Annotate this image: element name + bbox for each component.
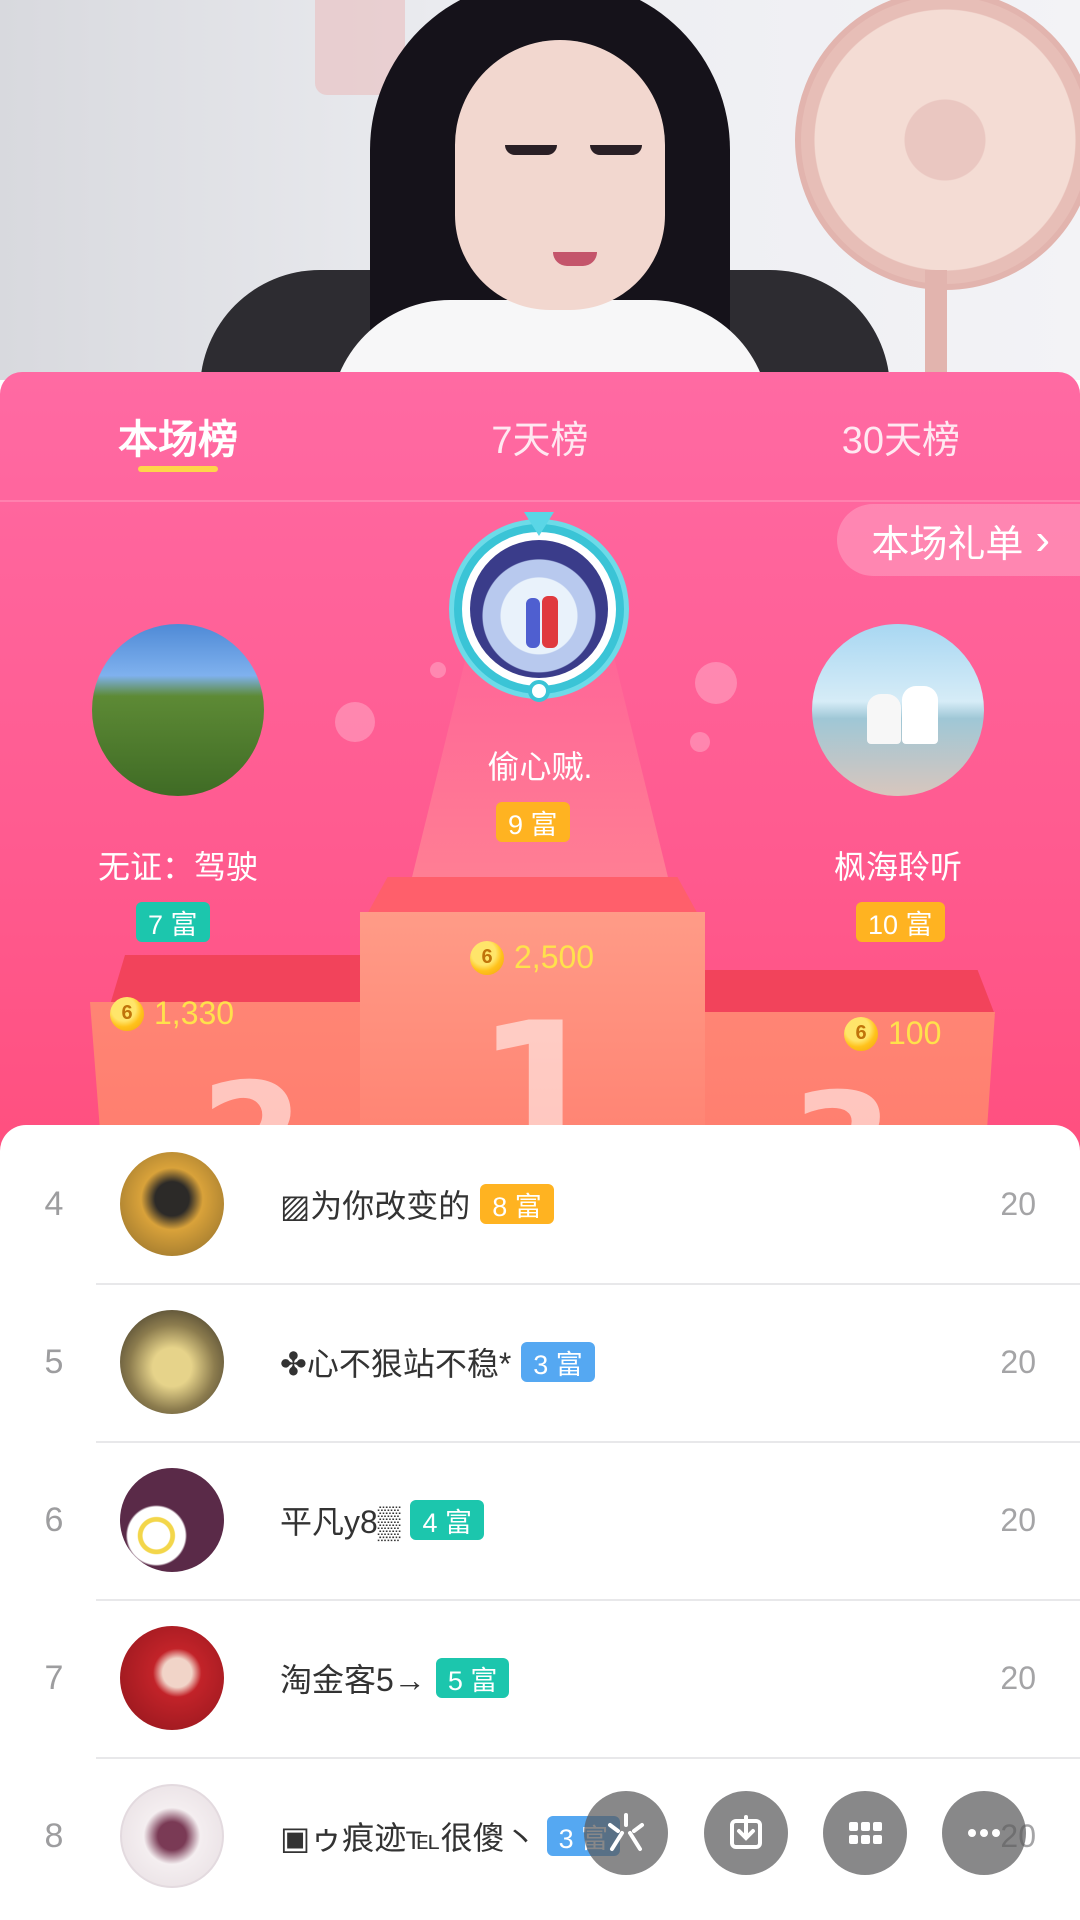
user-name: ▨为你改变的 bbox=[280, 1188, 471, 1224]
avatar-figure bbox=[902, 686, 938, 744]
contribution-value: 20 bbox=[1000, 1343, 1036, 1380]
gift-list-button[interactable]: 本场礼单 › bbox=[837, 504, 1080, 576]
streamer-eye bbox=[505, 145, 557, 155]
list-item[interactable]: 5 ✤心不狠站不稳* 3 富 20 bbox=[0, 1283, 1080, 1441]
user-name: ▣ゥ痕迹℡很傻丶 bbox=[280, 1820, 537, 1856]
contribution-value: 20 bbox=[1000, 1501, 1036, 1538]
user-avatar[interactable] bbox=[120, 1468, 224, 1572]
coin-icon: 6 bbox=[110, 996, 144, 1031]
streamer-face bbox=[455, 40, 665, 310]
download-icon-button[interactable] bbox=[704, 1791, 788, 1875]
first-place-coins: 6 2,500 bbox=[470, 939, 594, 976]
second-place-coins: 6 1,330 bbox=[110, 995, 234, 1032]
grid-icon bbox=[849, 1822, 882, 1844]
contribution-value: 20 bbox=[1000, 1659, 1036, 1696]
ranking-list: 4 ▨为你改变的 8 富 20 5 ✤心不狠站不稳* 3 富 20 6 平凡y8… bbox=[0, 1125, 1080, 1920]
contribution-value: 20 bbox=[1000, 1185, 1036, 1222]
tab-current-show[interactable]: 本场榜 bbox=[0, 372, 360, 500]
frame-dot bbox=[528, 680, 550, 702]
list-item[interactable]: 6 平凡y8▒ 4 富 20 bbox=[0, 1441, 1080, 1599]
rank-number: 6 bbox=[44, 1500, 64, 1539]
tabs-divider bbox=[0, 500, 1080, 502]
avatar-figure bbox=[867, 694, 901, 744]
avatar-figure bbox=[542, 596, 558, 648]
ranking-tabs: 本场榜 7天榜 30天榜 bbox=[0, 372, 1080, 500]
bubble-decoration bbox=[690, 732, 710, 752]
user-avatar[interactable] bbox=[120, 1784, 224, 1888]
third-place-avatar[interactable] bbox=[812, 624, 984, 796]
avatar-figure bbox=[526, 598, 540, 648]
bubble-decoration bbox=[430, 662, 446, 678]
streamer-eye bbox=[590, 145, 642, 155]
user-name: ✤心不狠站不稳* bbox=[280, 1346, 512, 1382]
user-name: 淘金客5→ bbox=[280, 1662, 426, 1698]
download-icon bbox=[730, 1815, 762, 1849]
gift-list-label: 本场礼单 bbox=[871, 523, 1024, 566]
wealth-badge: 8 富 bbox=[480, 1184, 554, 1224]
fan-lamp bbox=[795, 0, 1080, 290]
third-place-wealth-badge: 10 富 bbox=[856, 902, 945, 942]
more-icon bbox=[968, 1829, 1000, 1837]
user-avatar[interactable] bbox=[120, 1626, 224, 1730]
wealth-badge: 5 富 bbox=[435, 1658, 510, 1698]
tab-30-days[interactable]: 30天榜 bbox=[720, 372, 1080, 500]
fan-stand bbox=[925, 270, 947, 380]
second-place-wealth-badge: 7 富 bbox=[136, 902, 210, 942]
rank-number: 8 bbox=[44, 1816, 64, 1855]
user-name: 平凡y8▒ bbox=[280, 1504, 401, 1540]
wealth-badge: 4 富 bbox=[410, 1500, 485, 1540]
tab-7-days[interactable]: 7天榜 bbox=[360, 372, 720, 500]
list-item[interactable]: 4 ▨为你改变的 8 富 20 bbox=[0, 1125, 1080, 1283]
second-place-name: 无证：驾驶 bbox=[97, 849, 258, 885]
chevron-right-icon: › bbox=[1035, 515, 1050, 564]
user-avatar[interactable] bbox=[120, 1152, 224, 1256]
third-place-coins: 6 100 bbox=[844, 1015, 941, 1052]
rank-number: 4 bbox=[44, 1184, 64, 1223]
podium-third-top bbox=[705, 970, 995, 1015]
rank-number: 5 bbox=[44, 1342, 64, 1381]
second-place-avatar[interactable] bbox=[92, 624, 264, 796]
live-video-view bbox=[0, 0, 1080, 380]
wealth-badge: 3 富 bbox=[521, 1342, 595, 1382]
first-place-avatar[interactable] bbox=[470, 540, 608, 678]
list-item[interactable]: 7 淘金客5→ 5 富 20 bbox=[0, 1599, 1080, 1757]
bubble-decoration bbox=[695, 662, 737, 704]
streamer-shirt bbox=[330, 300, 770, 380]
coin-icon: 6 bbox=[470, 940, 504, 975]
coin-icon: 6 bbox=[844, 1016, 878, 1051]
grid-icon-button[interactable] bbox=[823, 1791, 907, 1875]
first-place-name: 偷心贼. bbox=[487, 749, 593, 785]
more-icon-button[interactable] bbox=[942, 1791, 1026, 1875]
first-place-wealth-badge: 9 富 bbox=[496, 802, 570, 842]
second-place-coin-value: 1,330 bbox=[154, 995, 235, 1031]
spark-icon-button[interactable] bbox=[584, 1791, 668, 1875]
third-place-coin-value: 100 bbox=[888, 1015, 942, 1051]
spark-icon bbox=[608, 1813, 644, 1851]
rank-number: 7 bbox=[44, 1658, 64, 1697]
third-place-name: 枫海聆听 bbox=[833, 849, 962, 885]
user-avatar[interactable] bbox=[120, 1310, 224, 1414]
first-place-coin-value: 2,500 bbox=[514, 939, 595, 975]
bubble-decoration bbox=[335, 702, 375, 742]
list-item[interactable]: 8 ▣ゥ痕迹℡很傻丶 3 富 20 bbox=[0, 1757, 1080, 1915]
